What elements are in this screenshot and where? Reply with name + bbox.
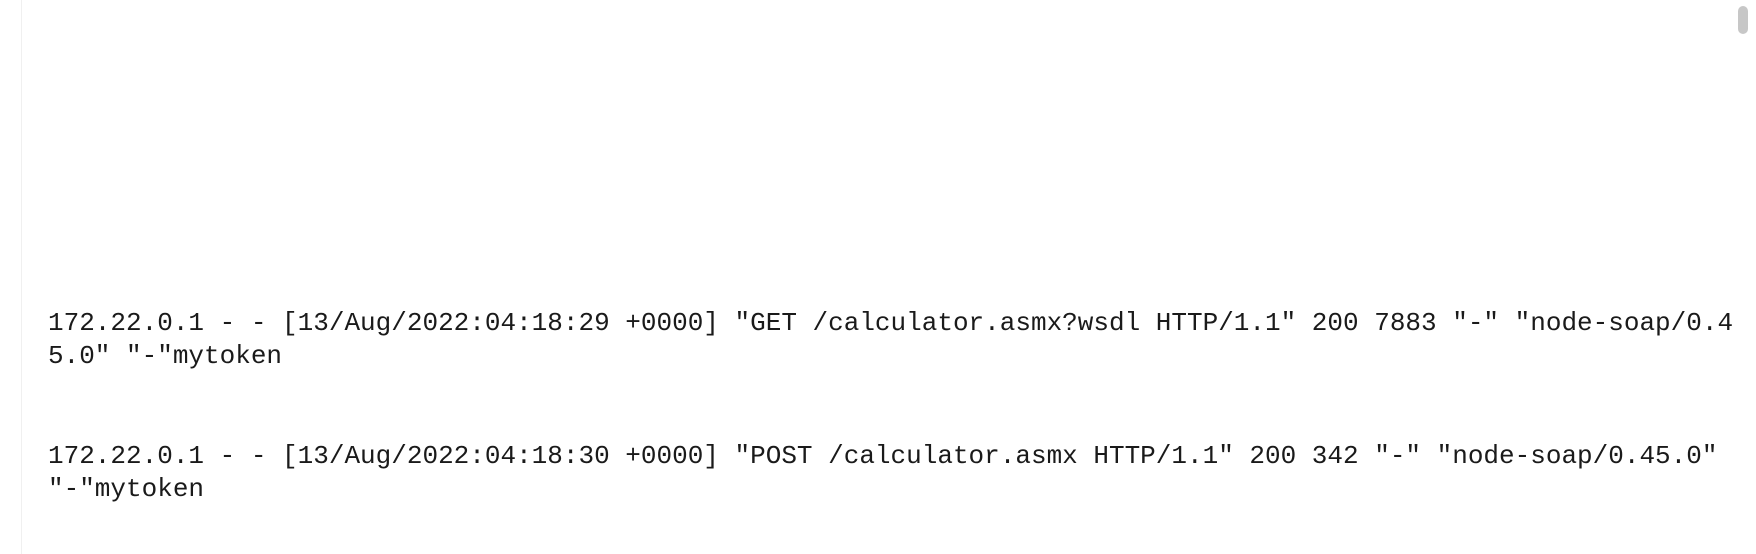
log-line: 172.22.0.1 - - [13/Aug/2022:04:18:29 +00… <box>48 307 1736 374</box>
scrollbar-thumb[interactable] <box>1738 6 1748 34</box>
log-output: 172.22.0.1 - - [13/Aug/2022:04:18:29 +00… <box>48 240 1736 539</box>
log-line: 172.22.0.1 - - [13/Aug/2022:04:18:30 +00… <box>48 440 1736 507</box>
left-gutter <box>0 0 22 554</box>
